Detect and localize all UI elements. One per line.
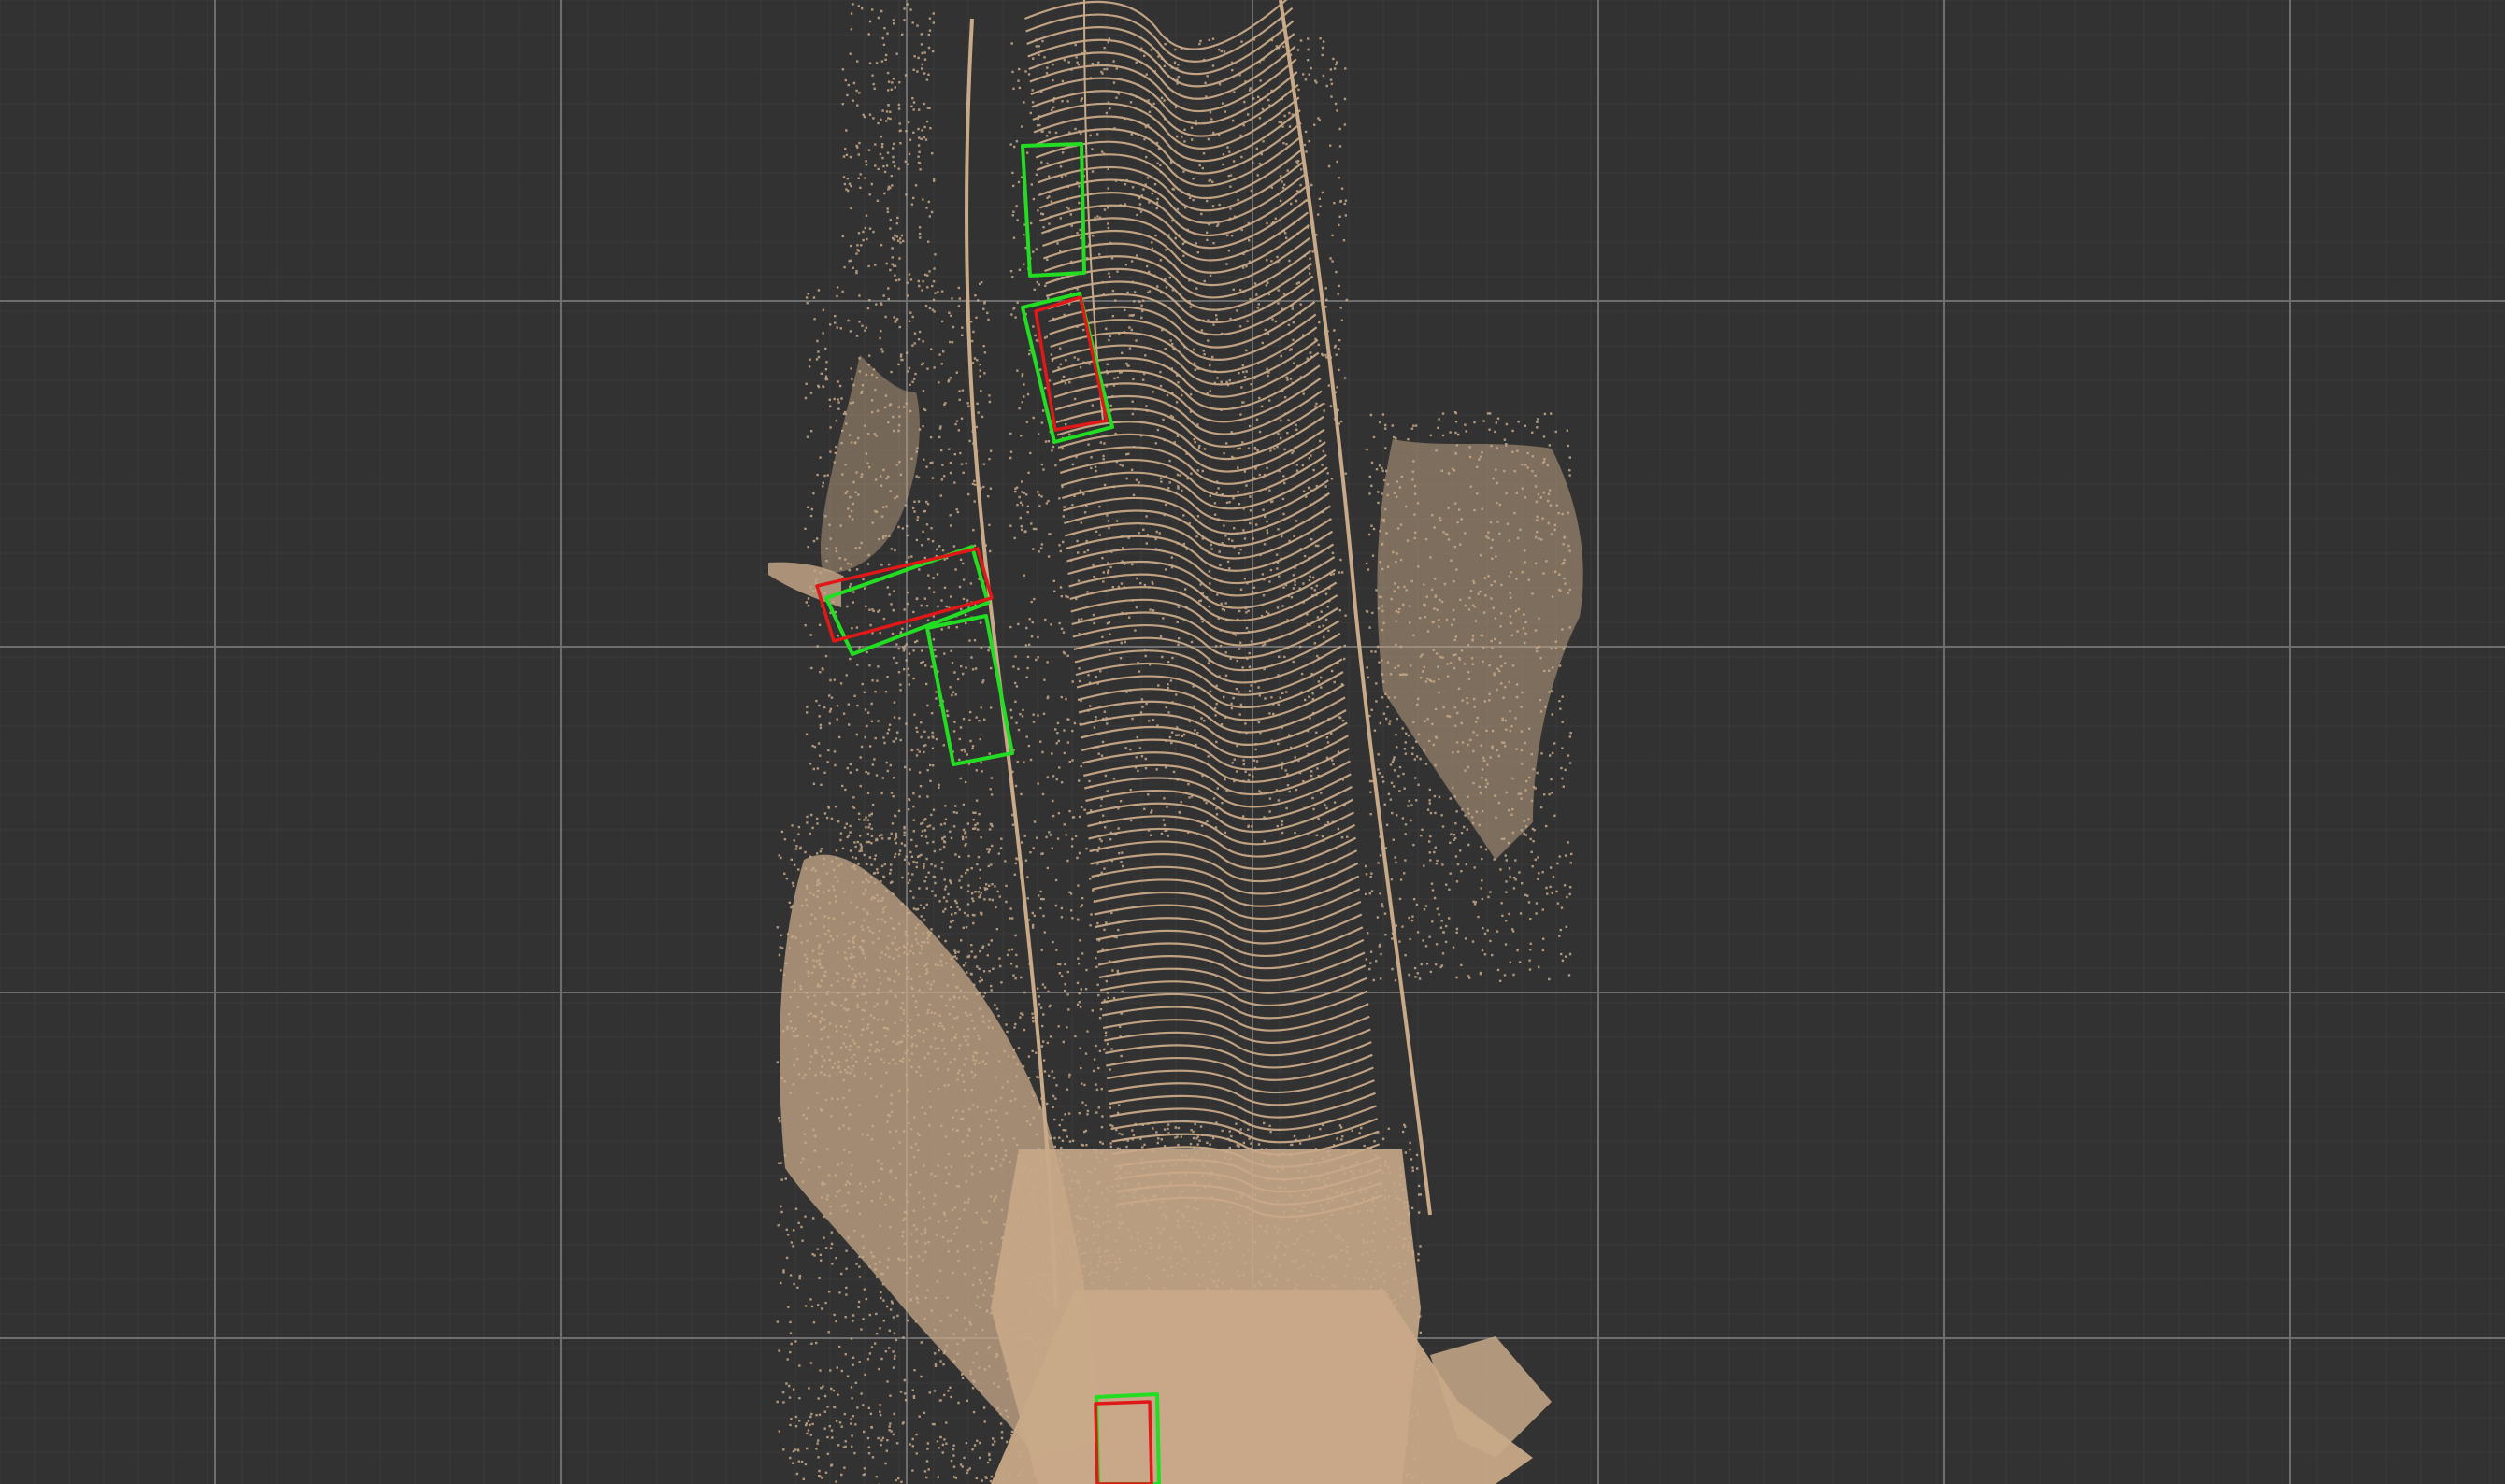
lidar-point-cloud	[768, 0, 1583, 1484]
point-cloud-scene[interactable]	[0, 0, 2505, 1484]
point-cloud-viewport[interactable]	[0, 0, 2505, 1484]
